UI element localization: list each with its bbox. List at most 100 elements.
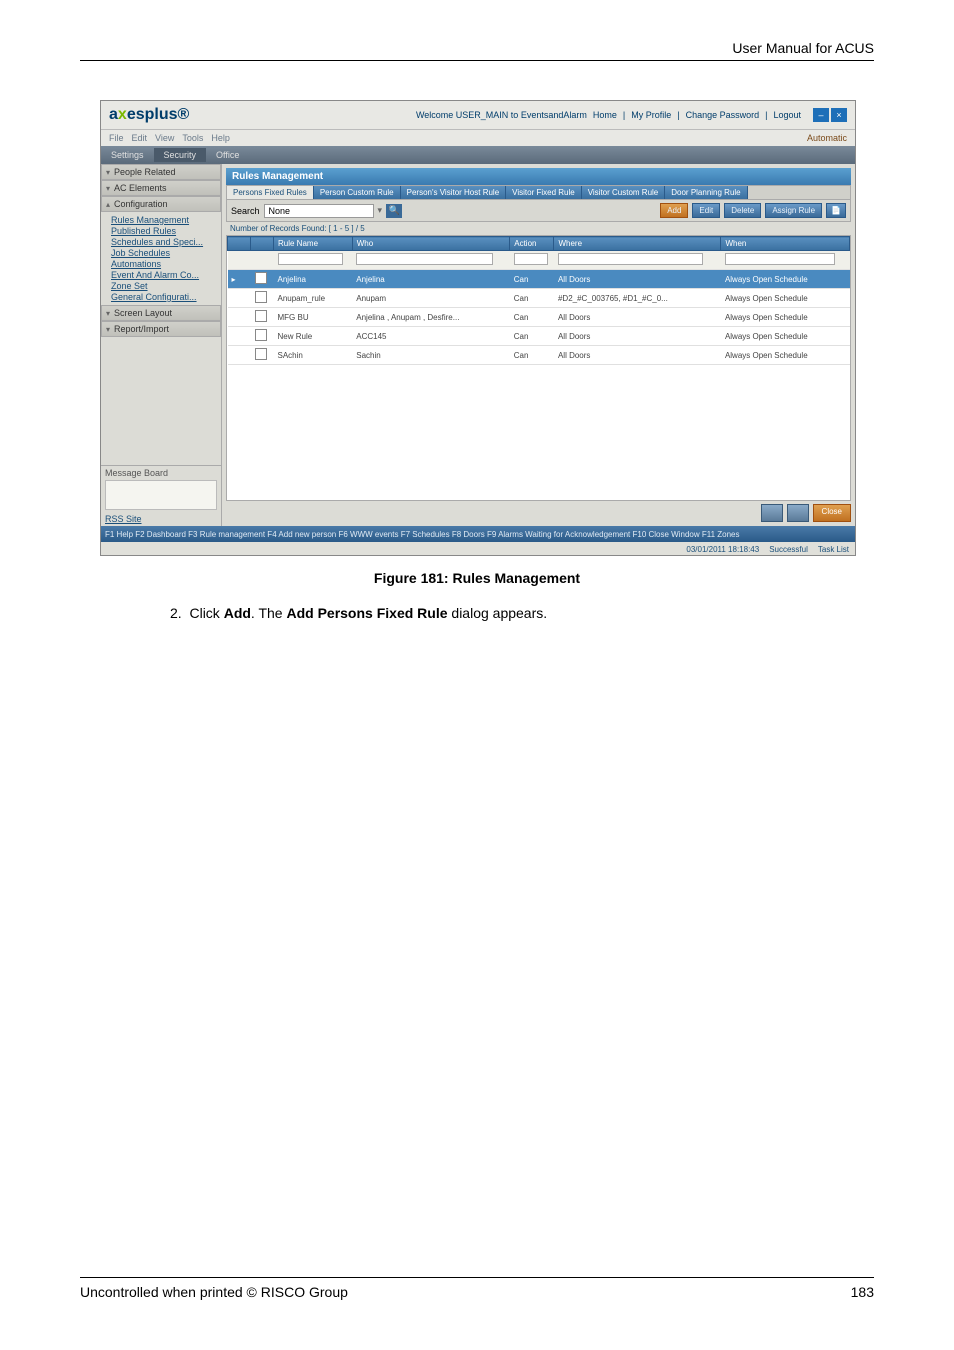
module-ribbon: Settings Security Office xyxy=(101,146,855,164)
tab-visitor-custom[interactable]: Visitor Custom Rule xyxy=(582,186,666,199)
search-label: Search xyxy=(231,206,260,216)
menu-file[interactable]: File xyxy=(109,133,124,143)
table-row[interactable]: Anupam_ruleAnupamCan#D2_#C_003765, #D1_#… xyxy=(228,289,850,308)
search-toolbar: Search ▾ 🔍 Add Edit Delete Assign Rule 📄 xyxy=(226,200,851,222)
footer-divider xyxy=(80,1277,874,1278)
menu-tools[interactable]: Tools xyxy=(182,133,203,143)
menu-bar: File Edit View Tools Help Automatic xyxy=(101,130,855,146)
automatic-label: Automatic xyxy=(807,133,847,143)
close-button[interactable]: Close xyxy=(813,504,851,522)
sidebar-link-job-schedules[interactable]: Job Schedules xyxy=(111,248,221,258)
panel-title: Rules Management xyxy=(226,168,851,185)
sidebar-link-schedules-special[interactable]: Schedules and Speci... xyxy=(111,237,221,247)
filter-action[interactable] xyxy=(514,253,549,265)
title-bar: axesplus® Welcome USER_MAIN to Eventsand… xyxy=(101,101,855,130)
function-key-bar: F1 Help F2 Dashboard F3 Rule management … xyxy=(101,526,855,542)
ribbon-settings[interactable]: Settings xyxy=(101,148,154,162)
message-board-box xyxy=(105,480,217,510)
nav-prev-icon[interactable] xyxy=(761,504,783,522)
search-input[interactable] xyxy=(264,204,374,218)
page-header-right: User Manual for ACUS xyxy=(732,40,874,56)
filter-rule-name[interactable] xyxy=(278,253,344,265)
tab-person-custom[interactable]: Person Custom Rule xyxy=(314,186,401,199)
sidebar-link-rules-management[interactable]: Rules Management xyxy=(111,215,221,225)
minimize-icon[interactable]: – xyxy=(813,108,829,122)
ribbon-office[interactable]: Office xyxy=(206,148,249,162)
chevron-down-icon: ▾ xyxy=(106,184,110,193)
message-board-label: Message Board xyxy=(105,468,217,478)
col-when[interactable]: When xyxy=(721,237,850,251)
add-button[interactable]: Add xyxy=(660,203,688,218)
table-row[interactable]: New RuleACC145CanAll DoorsAlways Open Sc… xyxy=(228,327,850,346)
close-icon[interactable]: × xyxy=(831,108,847,122)
sidebar-report-import[interactable]: ▾Report/Import xyxy=(101,321,221,337)
instruction-step: 2. Click Add. The Add Persons Fixed Rule… xyxy=(170,605,547,621)
row-checkbox[interactable] xyxy=(255,348,267,360)
nav-next-icon[interactable] xyxy=(787,504,809,522)
row-checkbox[interactable] xyxy=(255,291,267,303)
sidebar-config-links: Rules Management Published Rules Schedul… xyxy=(101,212,221,305)
profile-link[interactable]: My Profile xyxy=(631,110,671,120)
row-checkbox[interactable] xyxy=(255,272,267,284)
sidebar-link-general-configurat[interactable]: General Configurati... xyxy=(111,292,221,302)
logout-link[interactable]: Logout xyxy=(773,110,801,120)
sidebar-ac-elements[interactable]: ▾AC Elements xyxy=(101,180,221,196)
message-board: Message Board xyxy=(101,465,221,512)
sidebar-configuration[interactable]: ▴Configuration xyxy=(101,196,221,212)
filter-who[interactable] xyxy=(356,253,493,265)
col-rule-name[interactable]: Rule Name xyxy=(274,237,353,251)
status-bar: 03/01/2011 18:18:43 Successful Task List xyxy=(101,542,855,556)
sidebar-screen-layout[interactable]: ▾Screen Layout xyxy=(101,305,221,321)
header-divider xyxy=(80,60,874,61)
table-row[interactable]: MFG BUAnjelina , Anupam , Desfire...CanA… xyxy=(228,308,850,327)
lower-buttons: Close xyxy=(226,501,851,522)
status-timestamp: 03/01/2011 18:18:43 xyxy=(686,545,759,554)
top-links: Welcome USER_MAIN to EventsandAlarm Home… xyxy=(416,108,847,122)
rule-tabs: Persons Fixed Rules Person Custom Rule P… xyxy=(226,185,851,200)
tab-visitor-fixed[interactable]: Visitor Fixed Rule xyxy=(506,186,582,199)
ribbon-security[interactable]: Security xyxy=(154,148,207,162)
table-row[interactable]: ▸ AnjelinaAnjelinaCanAll DoorsAlways Ope… xyxy=(228,270,850,289)
menu-view[interactable]: View xyxy=(155,133,174,143)
row-checkbox[interactable] xyxy=(255,329,267,341)
edit-button[interactable]: Edit xyxy=(692,203,720,218)
menu-edit[interactable]: Edit xyxy=(132,133,148,143)
sidebar-people-related[interactable]: ▾People Related xyxy=(101,164,221,180)
chevron-down-icon: ▾ xyxy=(106,168,110,177)
filter-when[interactable] xyxy=(725,253,836,265)
dropdown-icon[interactable]: ▾ xyxy=(378,205,383,216)
search-icon[interactable]: 🔍 xyxy=(386,204,402,218)
rss-link[interactable]: RSS Site xyxy=(101,512,221,526)
filter-row xyxy=(228,251,850,270)
home-link[interactable]: Home xyxy=(593,110,617,120)
col-where[interactable]: Where xyxy=(554,237,721,251)
chevron-up-icon: ▴ xyxy=(106,200,110,209)
chevron-down-icon: ▾ xyxy=(106,325,110,334)
status-tasklist[interactable]: Task List xyxy=(818,545,849,554)
table-row[interactable]: SAchinSachinCanAll DoorsAlways Open Sche… xyxy=(228,346,850,365)
figure-caption: Figure 181: Rules Management xyxy=(0,570,954,586)
sidebar: ▾People Related ▾AC Elements ▴Configurat… xyxy=(101,164,222,526)
app-logo: axesplus® xyxy=(109,106,189,124)
welcome-text: Welcome USER_MAIN to EventsandAlarm xyxy=(416,110,587,120)
tab-persons-visitor-host[interactable]: Person's Visitor Host Rule xyxy=(401,186,507,199)
assign-rule-button[interactable]: Assign Rule xyxy=(765,203,822,218)
export-icon[interactable]: 📄 xyxy=(826,203,846,218)
tab-door-planning[interactable]: Door Planning Rule xyxy=(665,186,747,199)
row-checkbox[interactable] xyxy=(255,310,267,322)
sidebar-link-event-alarm-co[interactable]: Event And Alarm Co... xyxy=(111,270,221,280)
col-action[interactable]: Action xyxy=(510,237,554,251)
filter-where[interactable] xyxy=(558,253,703,265)
change-password-link[interactable]: Change Password xyxy=(686,110,760,120)
record-count: Number of Records Found: [ 1 - 5 ] / 5 xyxy=(226,222,851,235)
sidebar-link-zone-set[interactable]: Zone Set xyxy=(111,281,221,291)
delete-button[interactable]: Delete xyxy=(724,203,761,218)
footer-left: Uncontrolled when printed © RISCO Group xyxy=(80,1284,348,1300)
sidebar-link-automations[interactable]: Automations xyxy=(111,259,221,269)
col-who[interactable]: Who xyxy=(352,237,509,251)
status-successful: Successful xyxy=(769,545,808,554)
sidebar-link-published-rules[interactable]: Published Rules xyxy=(111,226,221,236)
menu-help[interactable]: Help xyxy=(211,133,230,143)
page-number: 183 xyxy=(851,1284,874,1300)
tab-persons-fixed[interactable]: Persons Fixed Rules xyxy=(227,186,314,199)
